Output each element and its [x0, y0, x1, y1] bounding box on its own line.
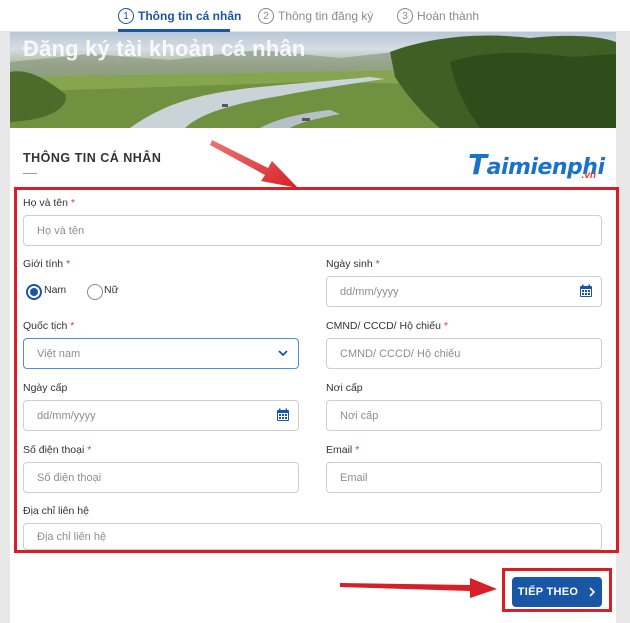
gender-radio-female[interactable]	[87, 284, 103, 300]
idnumber-label: CMND/ CCCD/ Hộ chiếu *	[326, 320, 448, 332]
issue-place-input[interactable]: Nơi cấp	[326, 400, 602, 431]
address-label: Địa chỉ liên hệ	[23, 505, 89, 517]
phone-input[interactable]: Số điện thoại	[23, 462, 299, 493]
section-title: THÔNG TIN CÁ NHÂN	[23, 151, 162, 165]
step-label: Thông tin cá nhân	[138, 9, 242, 23]
step-3[interactable]: 3 Hoàn thành	[397, 7, 479, 25]
banner-title: Đăng ký tài khoản cá nhân	[23, 36, 306, 61]
banner-image: Đăng ký tài khoản cá nhân	[10, 32, 616, 128]
calendar-icon[interactable]	[579, 284, 593, 298]
nationality-value: Việt nam	[37, 347, 81, 360]
step-number: 2	[258, 8, 274, 24]
chevron-right-icon	[589, 587, 596, 597]
logo-suffix: .vn	[581, 170, 596, 181]
nationality-label: Quốc tịch *	[23, 320, 75, 332]
gender-radio-male[interactable]	[26, 284, 42, 300]
logo-initial: T	[468, 148, 487, 181]
dob-label: Ngày sinh *	[326, 258, 380, 270]
issue-date-input[interactable]: dd/mm/yyyy	[23, 400, 299, 431]
gender-label: Giới tính *	[23, 258, 71, 270]
chevron-down-icon[interactable]	[276, 346, 290, 360]
step-2[interactable]: 2 Thông tin đăng ký	[258, 7, 373, 25]
dob-input[interactable]: dd/mm/yyyy	[326, 276, 602, 307]
issue-date-label: Ngày cấp	[23, 382, 68, 394]
gender-option-female: Nữ	[104, 284, 119, 296]
address-input[interactable]: Địa chỉ liên hệ	[23, 523, 602, 550]
calendar-icon[interactable]	[276, 408, 290, 422]
idnumber-input[interactable]: CMND/ CCCD/ Hộ chiếu	[326, 338, 602, 369]
issue-place-label: Nơi cấp	[326, 382, 363, 394]
next-button[interactable]: TIẾP THEO	[512, 577, 602, 607]
nationality-select[interactable]: Việt nam	[23, 338, 299, 369]
stepper: 1 Thông tin cá nhân 2 Thông tin đăng ký …	[0, 0, 630, 32]
idnumber-placeholder: CMND/ CCCD/ Hộ chiếu	[340, 347, 461, 360]
email-placeholder: Email	[340, 471, 368, 484]
fullname-input[interactable]: Họ và tên	[23, 215, 602, 246]
issue-date-placeholder: dd/mm/yyyy	[37, 409, 96, 422]
step-1[interactable]: 1 Thông tin cá nhân	[118, 7, 241, 25]
gender-option-male: Nam	[44, 284, 67, 296]
email-input[interactable]: Email	[326, 462, 602, 493]
address-placeholder: Địa chỉ liên hệ	[37, 530, 107, 543]
issue-place-placeholder: Nơi cấp	[340, 409, 379, 422]
section-divider	[23, 173, 37, 174]
fullname-label: Họ và tên *	[23, 197, 75, 209]
phone-label: Số điện thoại *	[23, 444, 92, 456]
step-label: Thông tin đăng ký	[278, 9, 374, 23]
step-number: 3	[397, 8, 413, 24]
phone-placeholder: Số điện thoại	[37, 471, 102, 484]
email-label: Email *	[326, 444, 360, 456]
step-number: 1	[118, 8, 134, 24]
dob-placeholder: dd/mm/yyyy	[340, 285, 399, 298]
fullname-placeholder: Họ và tên	[37, 224, 85, 237]
step-label: Hoàn thành	[417, 9, 480, 23]
next-button-label: TIẾP THEO	[517, 586, 579, 598]
taimienphi-logo: Taimienphi .vn	[468, 148, 608, 184]
